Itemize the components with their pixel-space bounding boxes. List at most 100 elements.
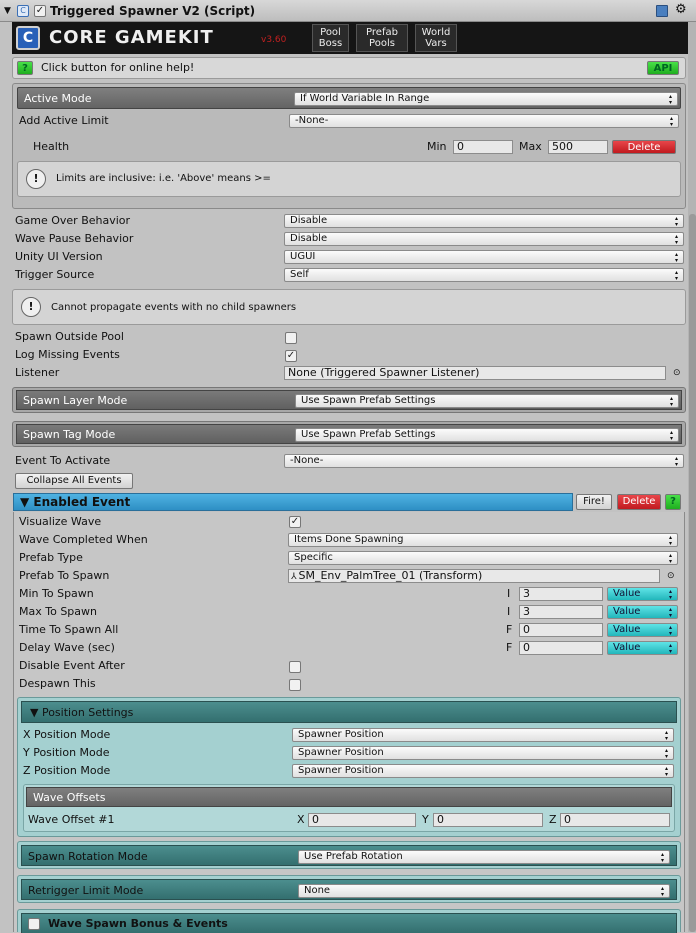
- min-to-spawn-input[interactable]: 3: [519, 587, 603, 601]
- scrollbar-track[interactable]: [688, 22, 696, 932]
- component-title: Triggered Spawner V2 (Script): [50, 4, 256, 18]
- wave-pause-behavior-dropdown[interactable]: Disable: [284, 232, 684, 246]
- log-missing-events-checkbox[interactable]: ✓: [285, 350, 297, 362]
- world-vars-label-1: World: [421, 27, 451, 38]
- prefab-pools-button[interactable]: Prefab Pools: [356, 24, 408, 52]
- retrigger-limit-mode-dropdown[interactable]: None: [298, 884, 670, 898]
- visualize-wave-checkbox[interactable]: ✓: [289, 516, 301, 528]
- prefab-type-dropdown[interactable]: Specific: [288, 551, 678, 565]
- game-over-behavior-label: Game Over Behavior: [15, 214, 131, 227]
- add-active-limit-label: Add Active Limit: [19, 114, 109, 127]
- pool-boss-button[interactable]: Pool Boss: [312, 24, 349, 52]
- wave-pause-behavior-label: Wave Pause Behavior: [15, 232, 134, 245]
- gear-icon[interactable]: ⚙: [675, 3, 687, 17]
- help-button[interactable]: ?: [17, 61, 33, 75]
- fire-button[interactable]: Fire!: [576, 494, 612, 510]
- time-to-spawn-all-type: F: [506, 623, 513, 636]
- log-missing-events-label: Log Missing Events: [15, 348, 120, 361]
- world-vars-label-2: Vars: [425, 38, 447, 49]
- game-over-behavior-dropdown[interactable]: Disable: [284, 214, 684, 228]
- delay-wave-mode-dropdown[interactable]: Value: [607, 641, 678, 655]
- event-to-activate-dropdown[interactable]: -None-: [284, 454, 684, 468]
- limits-info-box: ! Limits are inclusive: i.e. 'Above' mea…: [17, 161, 681, 197]
- min-to-spawn-mode-dropdown[interactable]: Value: [607, 587, 678, 601]
- visualize-wave-label: Visualize Wave: [19, 515, 102, 528]
- prefab-pools-label-2: Pools: [369, 38, 395, 49]
- time-to-spawn-all-mode-dropdown[interactable]: Value: [607, 623, 678, 637]
- wave-offset-z-input[interactable]: 0: [560, 813, 670, 827]
- max-to-spawn-label: Max To Spawn: [19, 605, 97, 618]
- spawn-layer-mode-dropdown[interactable]: Use Spawn Prefab Settings: [295, 394, 679, 408]
- spawn-rotation-mode-dropdown[interactable]: Use Prefab Rotation: [298, 850, 670, 864]
- delay-wave-label: Delay Wave (sec): [19, 641, 115, 654]
- wave-offset-label: Wave Offset #1: [28, 813, 115, 826]
- x-position-mode-dropdown[interactable]: Spawner Position: [292, 728, 674, 742]
- prefab-to-spawn-field[interactable]: ⅄ SM_Env_PalmTree_01 (Transform): [288, 569, 660, 583]
- min-label: Min: [427, 140, 447, 153]
- wave-offset-x-input[interactable]: 0: [308, 813, 416, 827]
- scrollbar-thumb[interactable]: [689, 214, 696, 932]
- wave-completed-when-dropdown[interactable]: Items Done Spawning: [288, 533, 678, 547]
- wave-offset-y-label: Y: [422, 813, 429, 826]
- active-mode-label: Active Mode: [24, 92, 92, 105]
- position-settings-header[interactable]: ▼ Position Settings: [21, 701, 677, 723]
- spawn-tag-mode-dropdown[interactable]: Use Spawn Prefab Settings: [295, 428, 679, 442]
- info-icon: !: [26, 169, 46, 189]
- spawn-tag-mode-panel: Spawn Tag Mode Use Spawn Prefab Settings: [12, 421, 686, 447]
- spawn-layer-mode-header: Spawn Layer Mode Use Spawn Prefab Settin…: [16, 390, 682, 410]
- listener-object-field[interactable]: None (Triggered Spawner Listener): [284, 366, 666, 380]
- time-to-spawn-all-input[interactable]: 0: [519, 623, 603, 637]
- prefab-pools-label-1: Prefab: [366, 27, 398, 38]
- add-active-limit-dropdown[interactable]: -None-: [289, 114, 679, 128]
- spawn-tag-mode-label: Spawn Tag Mode: [23, 428, 116, 441]
- active-mode-panel: Active Mode If World Variable In Range A…: [12, 83, 686, 209]
- y-position-mode-dropdown[interactable]: Spawner Position: [292, 746, 674, 760]
- spawn-outside-pool-label: Spawn Outside Pool: [15, 330, 124, 343]
- max-to-spawn-input[interactable]: 3: [519, 605, 603, 619]
- max-to-spawn-mode-dropdown[interactable]: Value: [607, 605, 678, 619]
- disable-event-after-checkbox[interactable]: [289, 661, 301, 673]
- world-vars-button[interactable]: World Vars: [415, 24, 457, 52]
- foldout-arrow-icon[interactable]: ▼: [4, 4, 11, 18]
- event-to-activate-label: Event To Activate: [15, 454, 111, 467]
- version-label: v3.60: [261, 35, 287, 45]
- min-to-spawn-label: Min To Spawn: [19, 587, 94, 600]
- help-row: ? Click button for online help! API: [12, 57, 686, 79]
- limits-info-text: Limits are inclusive: i.e. 'Above' means…: [56, 173, 271, 184]
- wave-completed-when-label: Wave Completed When: [19, 533, 148, 546]
- unity-ui-version-label: Unity UI Version: [15, 250, 103, 263]
- core-gamekit-banner: C CORE GAMEKIT v3.60 Pool Boss Prefab Pool…: [12, 22, 688, 54]
- spawn-outside-pool-checkbox[interactable]: [285, 332, 297, 344]
- prefab-to-spawn-label: Prefab To Spawn: [19, 569, 110, 582]
- enabled-event-header[interactable]: ▼ Enabled Event: [13, 493, 573, 511]
- max-input[interactable]: 500: [548, 140, 608, 154]
- active-mode-dropdown[interactable]: If World Variable In Range: [294, 92, 678, 106]
- wave-spawn-bonus-header[interactable]: Wave Spawn Bonus & Events: [21, 913, 677, 933]
- book-icon[interactable]: [656, 5, 668, 17]
- wave-offset-y-input[interactable]: 0: [433, 813, 543, 827]
- api-button[interactable]: API: [647, 61, 679, 75]
- z-position-mode-dropdown[interactable]: Spawner Position: [292, 764, 674, 778]
- component-enabled-checkbox[interactable]: ✓: [34, 5, 46, 17]
- prefab-type-label: Prefab Type: [19, 551, 83, 564]
- spawn-layer-mode-panel: Spawn Layer Mode Use Spawn Prefab Settin…: [12, 387, 686, 413]
- help-text: Click button for online help!: [41, 61, 195, 74]
- wave-offsets-header: Wave Offsets: [26, 787, 672, 807]
- collapse-all-events-button[interactable]: Collapse All Events: [15, 473, 133, 489]
- delay-wave-input[interactable]: 0: [519, 641, 603, 655]
- unity-ui-version-dropdown[interactable]: UGUI: [284, 250, 684, 264]
- object-picker-icon[interactable]: ⊙: [667, 569, 675, 583]
- delete-event-button[interactable]: Delete: [617, 494, 661, 510]
- script-icon: C: [17, 5, 29, 17]
- propagate-info-box: ! Cannot propagate events with no child …: [12, 289, 686, 325]
- object-picker-icon[interactable]: ⊙: [673, 366, 681, 380]
- inspector-titlebar[interactable]: ▼ C ✓ Triggered Spawner V2 (Script) ⚙: [0, 0, 696, 22]
- trigger-source-dropdown[interactable]: Self: [284, 268, 684, 282]
- wave-spawn-bonus-checkbox[interactable]: [28, 918, 40, 930]
- min-input[interactable]: 0: [453, 140, 513, 154]
- wave-offset-z-label: Z: [549, 813, 557, 826]
- retrigger-limit-mode-panel: Retrigger Limit Mode None: [17, 875, 681, 903]
- event-help-button[interactable]: ?: [665, 494, 681, 510]
- delete-limit-button[interactable]: Delete: [612, 140, 676, 154]
- despawn-this-checkbox[interactable]: [289, 679, 301, 691]
